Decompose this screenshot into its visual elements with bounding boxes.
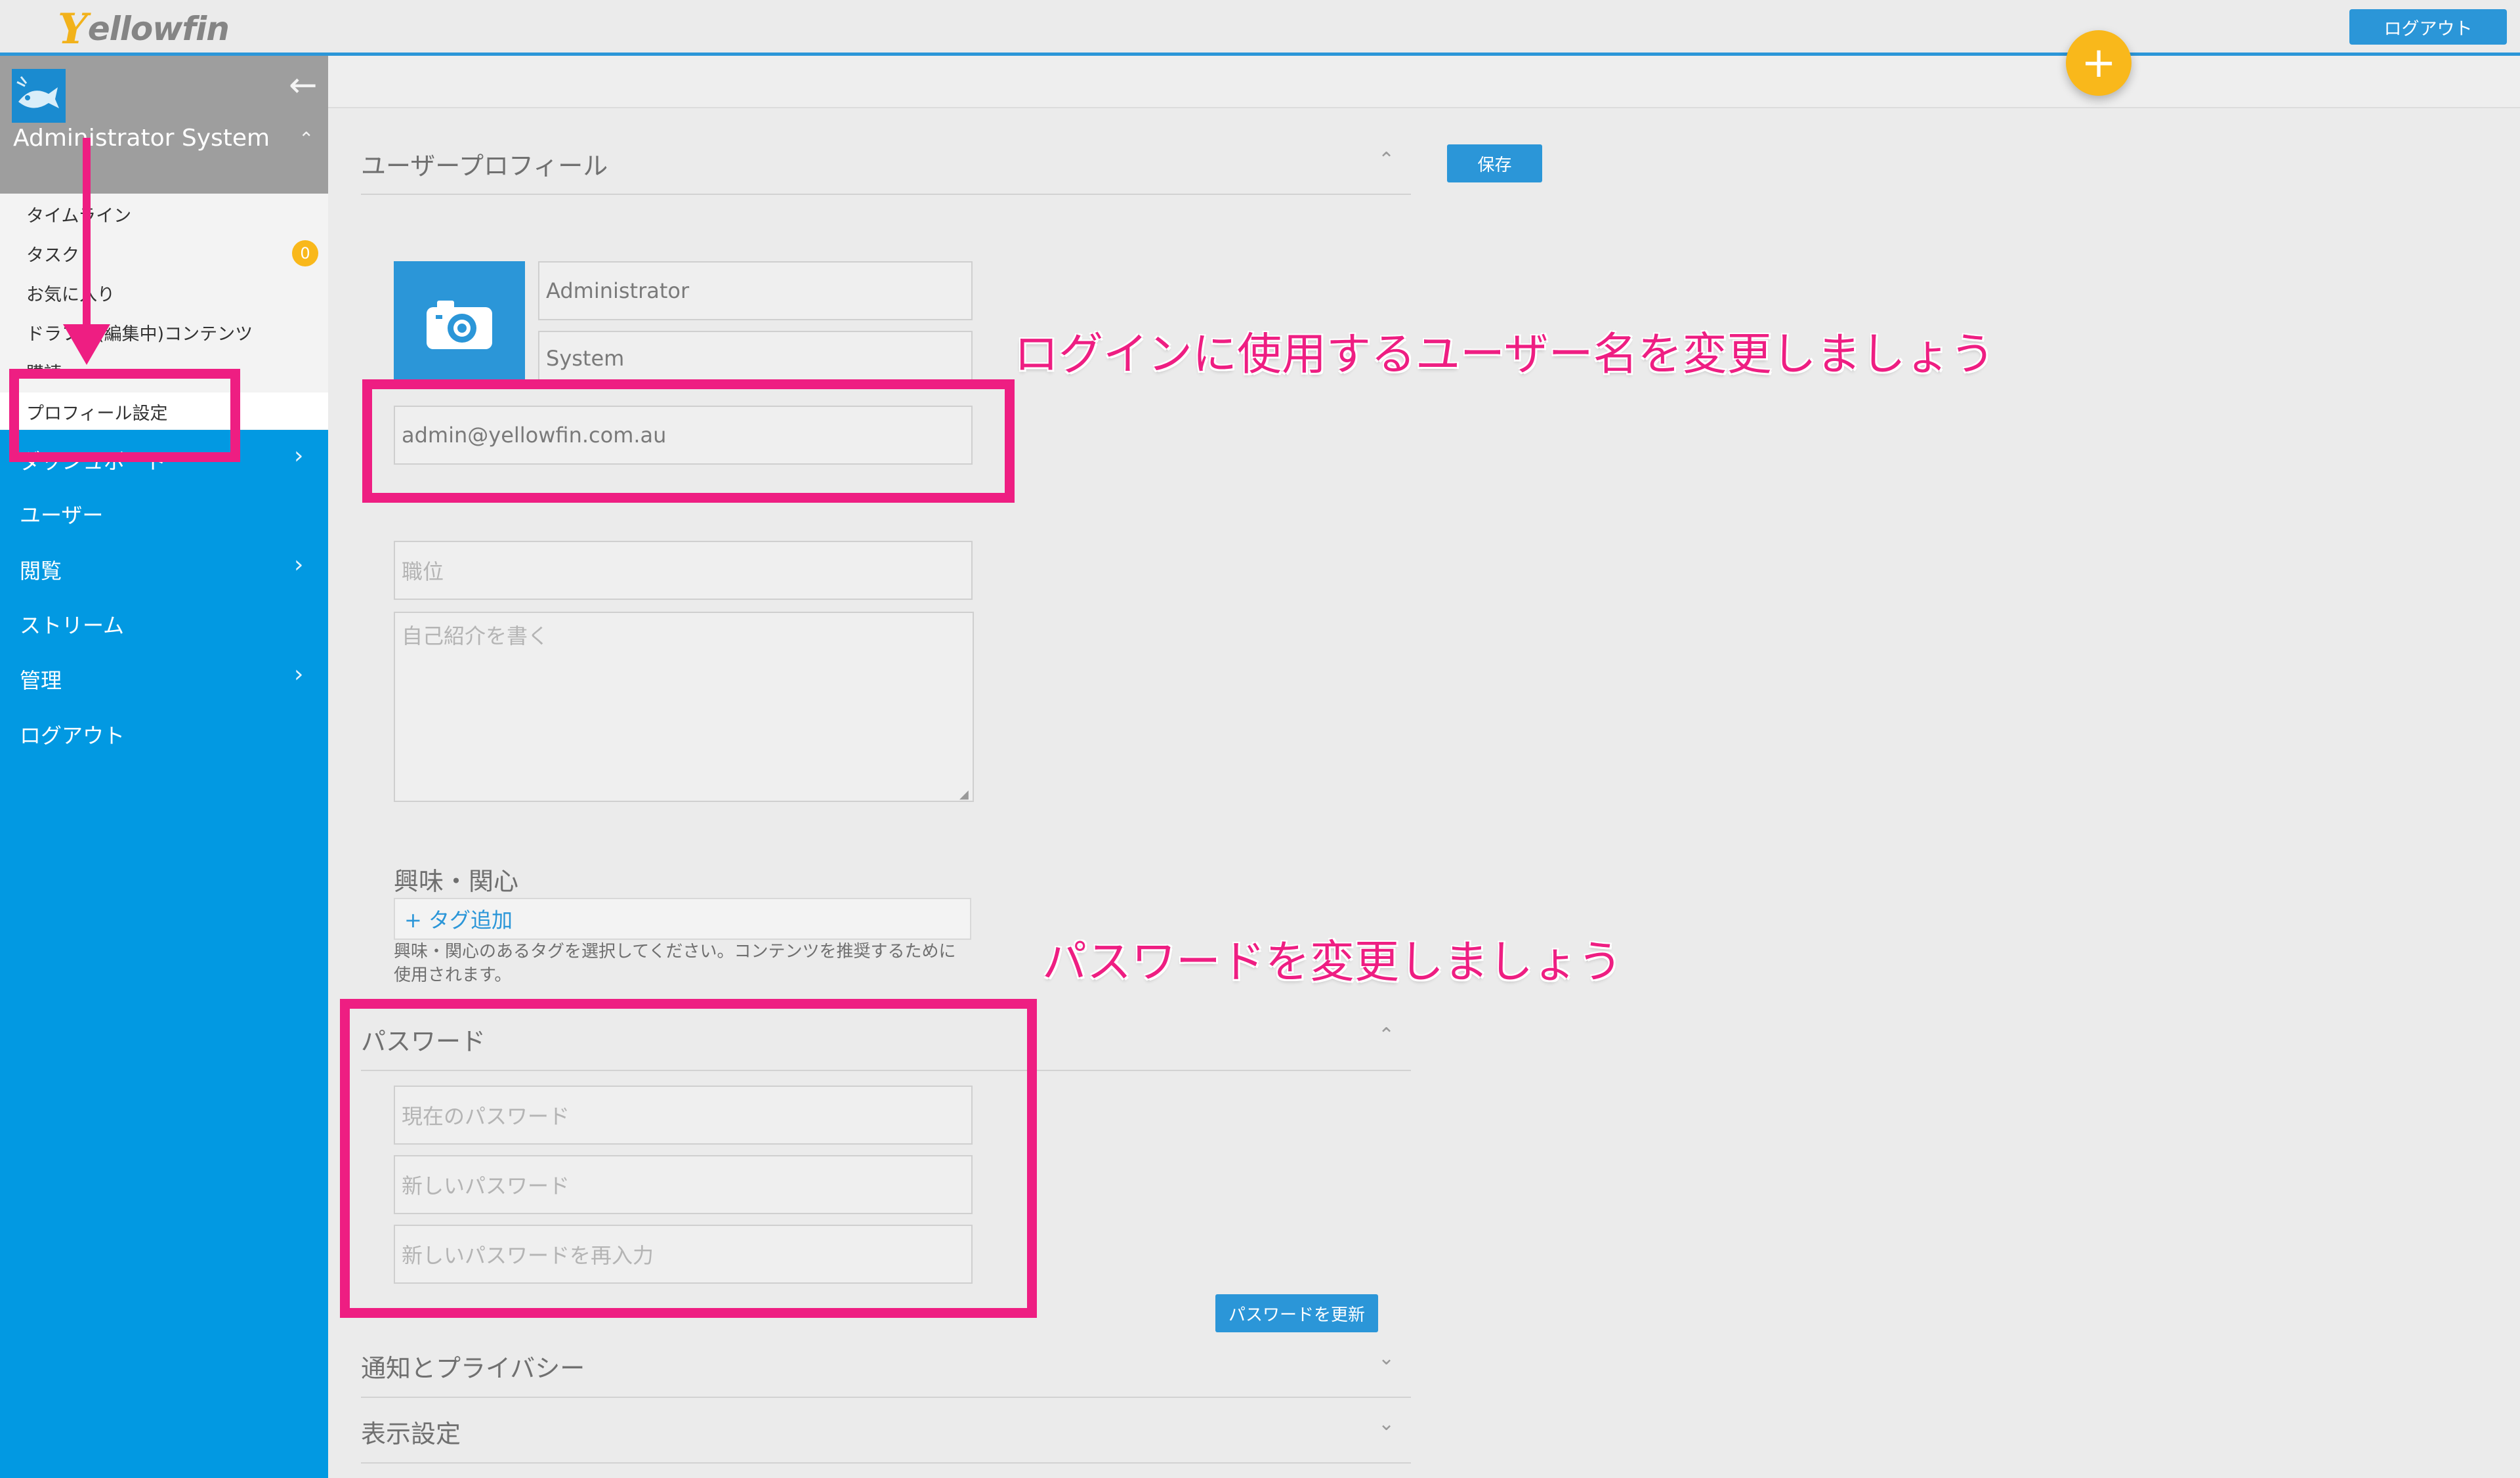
profile-settings-highlight-box <box>9 369 240 462</box>
chevron-up-icon[interactable]: ⌃ <box>299 128 314 150</box>
nav-item-admin[interactable]: 管理 <box>20 664 62 694</box>
profile-section-title[interactable]: ユーザープロフィール <box>361 146 608 182</box>
chevron-down-icon[interactable]: ⌄ <box>1378 1347 1395 1370</box>
avatar-fish-icon <box>12 69 66 123</box>
interests-help-text: 興味・関心のあるタグを選択してください。コンテンツを推奨するために使用されます。 <box>394 942 956 985</box>
top-bar <box>0 0 2520 53</box>
logout-button[interactable]: ログアウト <box>2349 9 2507 45</box>
avatar[interactable] <box>12 69 66 123</box>
interests-title: 興味・関心 <box>394 867 519 896</box>
display-settings-section-title[interactable]: 表示設定 <box>361 1414 461 1450</box>
back-arrow-icon[interactable]: ← <box>289 66 318 105</box>
plus-icon: + <box>2081 39 2116 87</box>
chevron-right-icon: › <box>294 551 304 578</box>
task-count-badge: 0 <box>292 240 318 266</box>
last-name-field[interactable]: System <box>538 331 973 386</box>
user-name[interactable]: Administrator System <box>13 125 270 152</box>
add-tag-field[interactable]: + タグ追加 <box>394 898 971 940</box>
password-annotation: パスワードを変更しましょう <box>1042 937 1623 988</box>
save-button[interactable]: 保存 <box>1447 144 1542 182</box>
chevron-right-icon: › <box>294 661 304 688</box>
email-highlight-box <box>362 379 1015 503</box>
divider <box>361 194 1411 195</box>
create-content-plus-button[interactable]: + <box>2066 30 2132 96</box>
nav-item-logout[interactable]: ログアウト <box>20 719 125 750</box>
chevron-up-icon[interactable]: ⌃ <box>1378 1024 1395 1047</box>
chevron-right-icon: › <box>294 442 304 469</box>
divider <box>361 1462 1411 1464</box>
notifications-section-title[interactable]: 通知とプライバシー <box>361 1348 585 1384</box>
resize-handle-icon[interactable]: ◢ <box>959 788 971 801</box>
submenu-item-tasks[interactable]: タスク <box>26 241 79 266</box>
bio-textarea[interactable]: 自己紹介を書く <box>394 612 974 802</box>
update-password-button[interactable]: パスワードを更新 <box>1215 1294 1378 1332</box>
content-header-bar <box>328 56 2520 108</box>
chevron-down-icon[interactable]: ⌄ <box>1378 1412 1395 1435</box>
username-annotation: ログインに使用するユーザー名を変更しましょう <box>1014 329 1995 381</box>
first-name-field[interactable]: Administrator <box>538 261 973 320</box>
camera-icon <box>427 301 492 349</box>
add-tag-link[interactable]: + タグ追加 <box>404 904 513 934</box>
yellowfin-logo[interactable]: Yellowfin <box>58 5 230 54</box>
submenu-item-timeline[interactable]: タイムライン <box>26 201 131 227</box>
profile-photo-upload[interactable] <box>394 261 525 386</box>
nav-item-users[interactable]: ユーザー <box>20 499 103 529</box>
password-highlight-box <box>340 999 1037 1318</box>
nav-item-browse[interactable]: 閲覧 <box>20 555 62 585</box>
chevron-up-icon[interactable]: ⌃ <box>1378 148 1395 171</box>
job-title-field[interactable]: 職位 <box>394 541 973 600</box>
nav-item-stream[interactable]: ストリーム <box>20 609 124 639</box>
submenu-item-favourites[interactable]: お気に入り <box>26 280 115 306</box>
divider <box>361 1397 1411 1398</box>
submenu-item-drafts[interactable]: ドラフト(編集中)コンテンツ <box>26 320 253 345</box>
